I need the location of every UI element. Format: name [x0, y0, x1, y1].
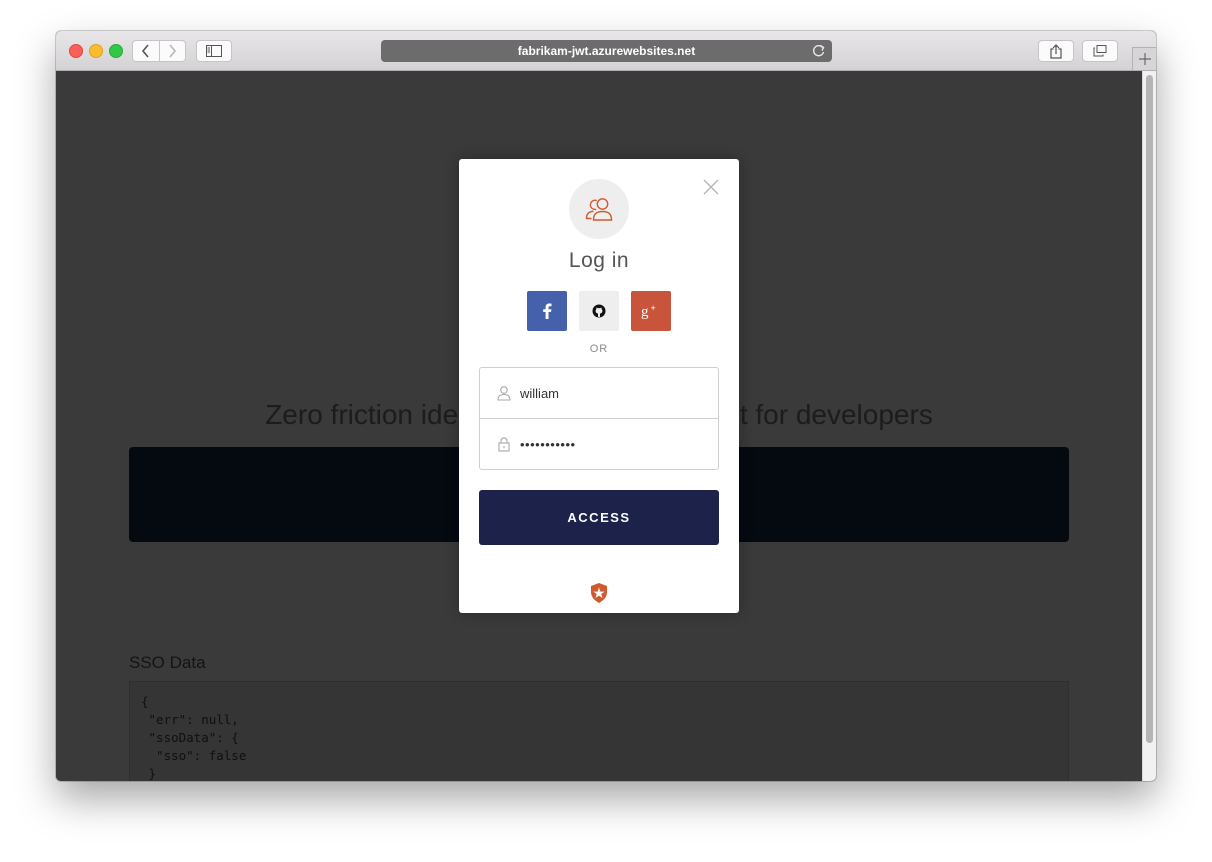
- tabs-overview-icon: [1093, 45, 1107, 57]
- login-modal: Log in g + OR william ••••••••••• ACCESS: [459, 159, 739, 613]
- username-field: [480, 368, 718, 419]
- forward-button[interactable]: [158, 41, 186, 61]
- show-tabs-button[interactable]: [1082, 40, 1118, 62]
- login-title: Log in: [568, 249, 630, 272]
- google-plus-login-button[interactable]: g +: [631, 291, 671, 331]
- reload-icon[interactable]: [811, 43, 826, 58]
- svg-text:+: +: [651, 303, 656, 313]
- address-bar-url: fabrikam-jwt.azurewebsites.net: [517, 44, 696, 58]
- or-separator: OR: [589, 343, 609, 355]
- back-button[interactable]: [133, 41, 159, 61]
- plus-icon: [1138, 53, 1151, 65]
- access-button[interactable]: ACCESS: [479, 490, 719, 545]
- window-close-button[interactable]: [69, 44, 83, 58]
- svg-text:g: g: [641, 304, 649, 319]
- github-login-button[interactable]: [579, 291, 619, 331]
- facebook-login-button[interactable]: [527, 291, 567, 331]
- history-nav-group: [132, 40, 186, 62]
- share-button[interactable]: [1038, 40, 1074, 62]
- password-input[interactable]: [520, 433, 705, 455]
- new-tab-button[interactable]: [1132, 47, 1156, 70]
- sso-data-heading: SSO Data: [129, 653, 206, 672]
- browser-window: fabrikam-jwt.azurewebsites.net Zero fric…: [56, 31, 1156, 781]
- browser-toolbar: fabrikam-jwt.azurewebsites.net: [56, 31, 1156, 71]
- lock-icon: [498, 437, 510, 452]
- password-field: [480, 419, 718, 469]
- close-icon[interactable]: [702, 178, 720, 196]
- auth0-logo-icon: [591, 583, 607, 603]
- username-input[interactable]: [520, 382, 705, 404]
- chevron-left-icon: [141, 44, 149, 58]
- user-icon: [497, 386, 511, 401]
- window-minimize-button[interactable]: [89, 44, 103, 58]
- chevron-right-icon: [169, 44, 177, 58]
- sidebar-toggle-button[interactable]: [196, 40, 232, 62]
- window-zoom-button[interactable]: [109, 44, 123, 58]
- github-icon: [592, 304, 606, 318]
- vertical-scrollbar[interactable]: [1142, 71, 1156, 781]
- avatar: [569, 179, 629, 239]
- google-plus-icon: g +: [641, 303, 656, 319]
- credentials-fieldset: [479, 367, 719, 470]
- users-icon: [585, 198, 613, 221]
- scrollbar-thumb[interactable]: [1146, 75, 1153, 743]
- sso-data-code: { "err": null, "ssoData": { "sso": false…: [129, 681, 1069, 781]
- address-bar[interactable]: fabrikam-jwt.azurewebsites.net: [381, 40, 832, 62]
- share-icon: [1050, 43, 1062, 59]
- sidebar-icon: [206, 45, 222, 57]
- facebook-icon: [543, 303, 552, 319]
